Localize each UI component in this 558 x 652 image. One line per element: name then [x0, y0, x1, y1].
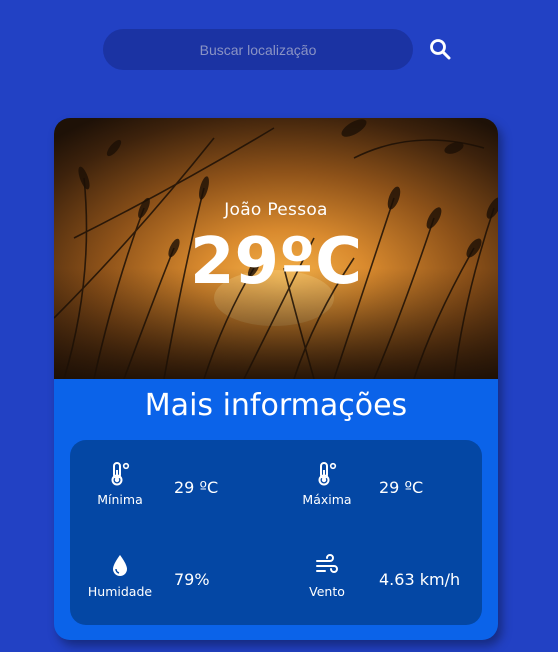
search-button[interactable] [424, 33, 456, 65]
search-input[interactable] [103, 29, 413, 70]
max-temperature-label: Máxima [302, 492, 352, 507]
city-name: João Pessoa [224, 200, 328, 220]
current-temperature: 29ºC [189, 225, 363, 299]
wind-label: Vento [309, 584, 345, 599]
weather-hero: João Pessoa 29ºC [54, 118, 498, 379]
water-drop-icon [82, 554, 158, 582]
wind-value: 4.63 km/h [379, 570, 461, 589]
search-icon [430, 39, 451, 60]
weather-details-panel: Mínima 29 ºC Máxima 29 ºC Humidade 79% V… [70, 440, 482, 625]
thermometer-icon [289, 462, 365, 490]
humidity-label: Humidade [87, 584, 153, 599]
max-temperature-value: 29 ºC [379, 478, 424, 497]
min-temperature-value: 29 ºC [174, 478, 219, 497]
humidity-value: 79% [174, 570, 210, 589]
thermometer-icon [82, 462, 158, 490]
more-info-title: Mais informações [144, 388, 408, 423]
weather-card: João Pessoa 29ºC Mais informações Mínima… [54, 118, 498, 640]
wind-icon [289, 554, 365, 580]
min-temperature-label: Mínima [97, 492, 143, 507]
